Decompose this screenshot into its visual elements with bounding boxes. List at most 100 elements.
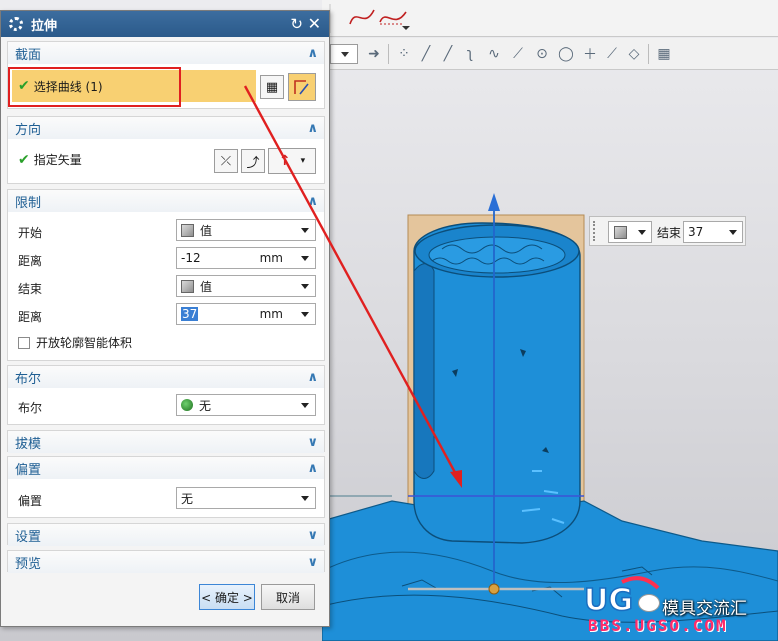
boolean-label: 布尔 xyxy=(18,401,43,415)
draft-panel: 拔模 ∨ xyxy=(7,430,325,453)
watermark-site: BBS.UGSO.COM xyxy=(588,616,728,635)
boolean-title: 布尔 xyxy=(15,371,42,387)
snap-grid-icon[interactable]: ⁘ xyxy=(394,44,414,64)
chevron-down-icon: ▾ xyxy=(300,156,306,166)
chevron-down-icon xyxy=(301,256,309,261)
boolean-panel: 布尔 ∧ 布尔 无 xyxy=(7,365,325,425)
extrude-dialog: 拉伸 ↻ ✕ 截面 ∧ ✔ 选择曲线 (1) ▦ 方向 ∧ ✔ 指定矢量 ⤫ ⤴ xyxy=(0,10,330,627)
boolean-select[interactable]: 无 xyxy=(176,394,316,416)
z-axis-vector-icon: ↑ xyxy=(278,153,291,169)
wechat-icon xyxy=(638,594,660,612)
snap-spline-icon[interactable]: ∿ xyxy=(484,44,504,64)
section-title: 截面 xyxy=(15,47,42,63)
drag-handle-icon[interactable] xyxy=(593,221,597,241)
chevron-down-icon xyxy=(638,230,646,235)
chevron-up-icon: ∧ xyxy=(307,460,318,476)
direction-header[interactable]: 方向 ∧ xyxy=(8,117,324,139)
preview-header[interactable]: 预览 ∨ xyxy=(8,551,324,573)
vector-type-dropdown[interactable]: ↑ ▾ xyxy=(268,148,316,174)
chevron-down-icon xyxy=(729,230,737,235)
value-cube-icon xyxy=(181,223,194,237)
snap-line-icon-2[interactable]: ╱ xyxy=(438,44,458,64)
offset-panel: 偏置 ∧ 偏置 无 xyxy=(7,456,325,518)
snap-tangent-icon[interactable]: ⟋ xyxy=(602,44,622,64)
snap-point-on-curve-icon[interactable]: ⟋ xyxy=(508,44,528,64)
end-type-value: 值 xyxy=(200,279,213,294)
start-distance-input[interactable]: -12 mm xyxy=(176,247,316,269)
end-label: 结束 xyxy=(18,282,43,296)
snap-intersection-icon[interactable]: ＋ xyxy=(580,44,600,64)
offset-label: 偏置 xyxy=(18,494,43,508)
specify-vector-row[interactable]: ✔ 指定矢量 xyxy=(18,151,82,168)
draft-title: 拔模 xyxy=(15,436,42,452)
svg-text:UG: UG xyxy=(584,583,633,618)
floating-end-value: 37 xyxy=(688,225,704,239)
start-label: 开始 xyxy=(18,226,43,240)
top-toolbar xyxy=(322,0,778,37)
sketch-section-icon[interactable]: ▦ xyxy=(260,75,284,99)
unit-label: mm xyxy=(259,251,283,265)
end-distance-label: 距离 xyxy=(18,310,43,324)
chevron-down-icon: ∨ xyxy=(307,527,318,543)
check-icon: ✔ xyxy=(18,151,30,168)
floating-end-label: 结束 xyxy=(657,226,682,240)
boolean-value: 无 xyxy=(199,398,212,413)
specify-vector-label: 指定矢量 xyxy=(33,153,82,167)
floating-end-value-input[interactable]: 37 xyxy=(683,221,743,243)
preview-panel: 预览 ∨ xyxy=(7,550,325,573)
gear-icon xyxy=(9,17,23,31)
cancel-button[interactable]: 取消 xyxy=(261,584,315,610)
draft-header[interactable]: 拔模 ∨ xyxy=(8,431,324,453)
boolean-none-icon xyxy=(181,399,193,411)
snap-quadrant-icon[interactable]: ◯ xyxy=(556,44,576,64)
start-type-select[interactable]: 值 xyxy=(176,219,316,241)
open-profile-row[interactable]: 开放轮廓智能体积 xyxy=(18,334,132,351)
reset-icon[interactable]: ↻ xyxy=(290,15,303,33)
grid-icon[interactable]: ▦ xyxy=(654,44,674,64)
dialog-titlebar[interactable]: 拉伸 ↻ ✕ xyxy=(1,11,329,37)
curve-selection-icon[interactable] xyxy=(288,73,316,101)
direction-panel: 方向 ∧ ✔ 指定矢量 ⤫ ⤴ ↑ ▾ xyxy=(7,116,325,184)
end-type-select[interactable]: 值 xyxy=(176,275,316,297)
graphics-viewport[interactable] xyxy=(322,71,778,641)
chevron-down-icon xyxy=(301,284,309,289)
snap-center-icon[interactable]: ⊙ xyxy=(532,44,552,64)
toolbar-separator-2 xyxy=(648,44,649,64)
chevron-up-icon: ∧ xyxy=(307,193,318,209)
unit-label: mm xyxy=(259,307,283,321)
offset-header[interactable]: 偏置 ∧ xyxy=(8,457,324,479)
watermark: UG 模具交流汇 BBS.UGSO.COM xyxy=(582,574,778,641)
section-header[interactable]: 截面 ∧ xyxy=(8,42,324,64)
boolean-header[interactable]: 布尔 ∧ xyxy=(8,366,324,388)
floating-limit-input: 结束 37 xyxy=(589,216,746,246)
snap-face-icon[interactable]: ◇ xyxy=(624,44,644,64)
chevron-up-icon: ∧ xyxy=(307,45,318,61)
open-profile-checkbox[interactable] xyxy=(18,336,30,349)
curve-icon-glyph xyxy=(294,80,309,95)
settings-title: 设置 xyxy=(15,529,42,545)
vector-dialog-icon[interactable]: ⤴ xyxy=(241,149,265,173)
annotation-highlight-box xyxy=(8,67,181,107)
end-distance-value: 37 xyxy=(181,307,199,321)
settings-header[interactable]: 设置 ∨ xyxy=(8,524,324,546)
close-icon[interactable]: ✕ xyxy=(308,14,321,33)
limits-panel: 限制 ∧ 开始 值 距离 -12 mm 结束 值 距离 37 mm 开放轮廓智能… xyxy=(7,189,325,361)
selection-filter-dropdown[interactable] xyxy=(330,44,358,64)
offset-select[interactable]: 无 xyxy=(176,487,316,509)
chevron-down-icon xyxy=(301,312,309,317)
value-cube-icon xyxy=(181,279,194,293)
toolbar-separator xyxy=(388,44,389,64)
reverse-direction-icon[interactable]: ⤫ xyxy=(214,149,238,173)
offset-value: 无 xyxy=(181,491,194,506)
chevron-down-icon xyxy=(301,228,309,233)
end-distance-input[interactable]: 37 mm xyxy=(176,303,316,325)
ok-button[interactable]: < 确定 > xyxy=(199,584,255,610)
chevron-down-icon: ∨ xyxy=(307,434,318,450)
chevron-down-icon: ∨ xyxy=(307,554,318,570)
arrow-right-icon[interactable]: ➜ xyxy=(364,44,384,64)
snap-curve-icon[interactable]: ʅ xyxy=(460,44,480,64)
limits-header[interactable]: 限制 ∧ xyxy=(8,190,324,212)
snap-line-icon[interactable]: ╱ xyxy=(416,44,436,64)
limits-title: 限制 xyxy=(15,195,42,211)
limit-type-dropdown[interactable] xyxy=(608,221,652,243)
